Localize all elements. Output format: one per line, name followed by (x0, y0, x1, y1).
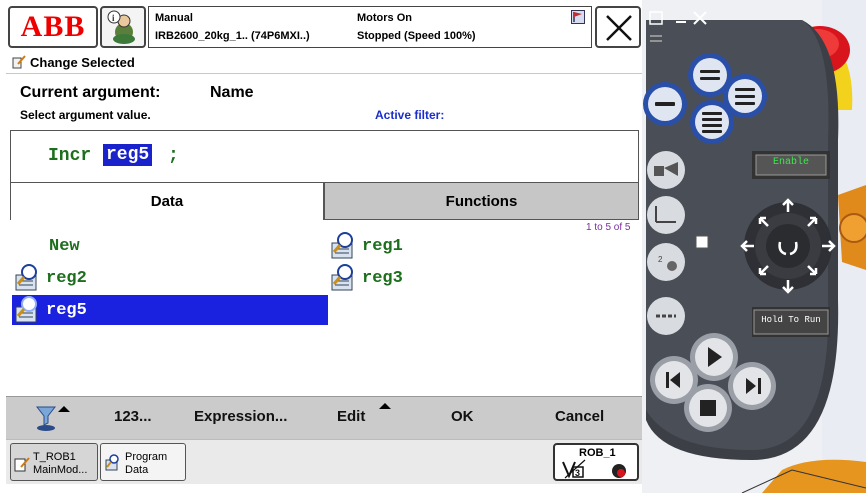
magnifier-data-icon (328, 231, 362, 261)
status-bar[interactable]: Manual IRB2600_20kg_1.. (74P6MXI..) Moto… (148, 6, 592, 48)
change-selected-icon (12, 55, 26, 69)
magnifier-data-icon (328, 263, 362, 293)
task-line1: Program (125, 451, 168, 463)
instruction-preview: Incr reg5 ; (10, 130, 639, 183)
list-item-new[interactable]: New (12, 231, 172, 261)
abb-logo: ABB (20, 10, 86, 43)
svg-text:3: 3 (575, 468, 580, 478)
list-item-label: reg2 (46, 268, 87, 288)
list-item-reg3[interactable]: reg3 (328, 263, 488, 293)
ok-button[interactable]: OK (451, 408, 474, 425)
quickset-icon: 3 (562, 459, 626, 479)
list-item-reg5[interactable]: reg5 (12, 295, 328, 325)
mode-text: Manual (155, 12, 193, 24)
active-filter-label[interactable]: Active filter: (375, 108, 444, 122)
list-item-label: reg5 (46, 300, 87, 320)
pendant-hardware: 2 Enable Hold To Run (642, 0, 866, 493)
joystick[interactable] (744, 202, 832, 290)
enable-device-button[interactable] (752, 151, 830, 179)
robot-system-text: IRB2600_20kg_1.. (74P6MXI..) (155, 30, 310, 42)
tab-data[interactable]: Data (10, 182, 324, 220)
list-item-reg1[interactable]: reg1 (328, 231, 488, 261)
close-button[interactable] (595, 6, 641, 48)
magnifier-data-icon (12, 263, 46, 293)
task-line2: MainMod... (33, 464, 88, 476)
motors-status-text: Motors On (357, 12, 412, 24)
instruction-terminator: ; (168, 146, 179, 166)
operator-info-icon: i (107, 10, 135, 44)
task-bar: T_ROB1 MainMod... Program Data ROB_1 3 (6, 439, 642, 484)
robot-pendant-view: ABB i Manual IRB2600_20kg_1.. (74P6MXI..… (0, 0, 866, 493)
list-item-label: New (49, 236, 80, 256)
taskbar-item-main-module[interactable]: T_ROB1 MainMod... (10, 443, 98, 481)
expression-button[interactable]: Expression... (194, 408, 287, 425)
hold-to-run-button[interactable] (752, 307, 830, 337)
filter-button[interactable] (34, 401, 74, 435)
program-data-icon (105, 454, 119, 471)
top-bar: ABB i Manual IRB2600_20kg_1.. (74P6MXI..… (6, 4, 642, 52)
taskbar-item-program-data[interactable]: Program Data (100, 443, 186, 481)
tab-functions[interactable]: Functions (324, 182, 639, 220)
emergency-stop-button[interactable] (789, 24, 851, 76)
window-title: Change Selected (30, 55, 135, 70)
close-icon (606, 15, 632, 41)
operator-window-button[interactable]: i (100, 6, 146, 48)
program-editor-icon (14, 457, 30, 472)
cancel-button[interactable]: Cancel (555, 408, 604, 425)
magnifier-data-icon (12, 295, 46, 325)
abb-menu-button[interactable]: ABB (8, 6, 98, 48)
list-item-label: reg1 (362, 236, 403, 256)
instruction-selected-argument[interactable]: reg5 (103, 144, 153, 166)
edit-menu-arrow-icon (379, 403, 391, 409)
flexpendant-screen: ABB i Manual IRB2600_20kg_1.. (74P6MXI..… (6, 4, 642, 484)
list-item-label: reg3 (362, 268, 403, 288)
select-argument-hint: Select argument value. (20, 108, 151, 122)
current-argument-value: Name (210, 84, 254, 101)
svg-text:2: 2 (658, 255, 663, 264)
edit-menu-button[interactable]: Edit (337, 408, 365, 425)
window-title-bar: Change Selected (6, 52, 642, 74)
filter-icon (35, 406, 70, 431)
list-range-indicator: 1 to 5 of 5 (586, 222, 631, 233)
instruction-keyword: Incr (48, 146, 92, 166)
task-line1: T_ROB1 (33, 451, 76, 463)
quickset-rob1-button[interactable]: ROB_1 3 (553, 443, 639, 481)
event-flag-icon (571, 10, 585, 24)
task-line2: Data (125, 464, 149, 476)
current-argument-label: Current argument: (20, 84, 161, 101)
list-item-reg2[interactable]: reg2 (12, 263, 172, 293)
command-bar: 123... Expression... Edit OK Cancel (6, 396, 642, 439)
numeric-button[interactable]: 123... (114, 408, 152, 425)
run-state-text: Stopped (Speed 100%) (357, 30, 476, 42)
